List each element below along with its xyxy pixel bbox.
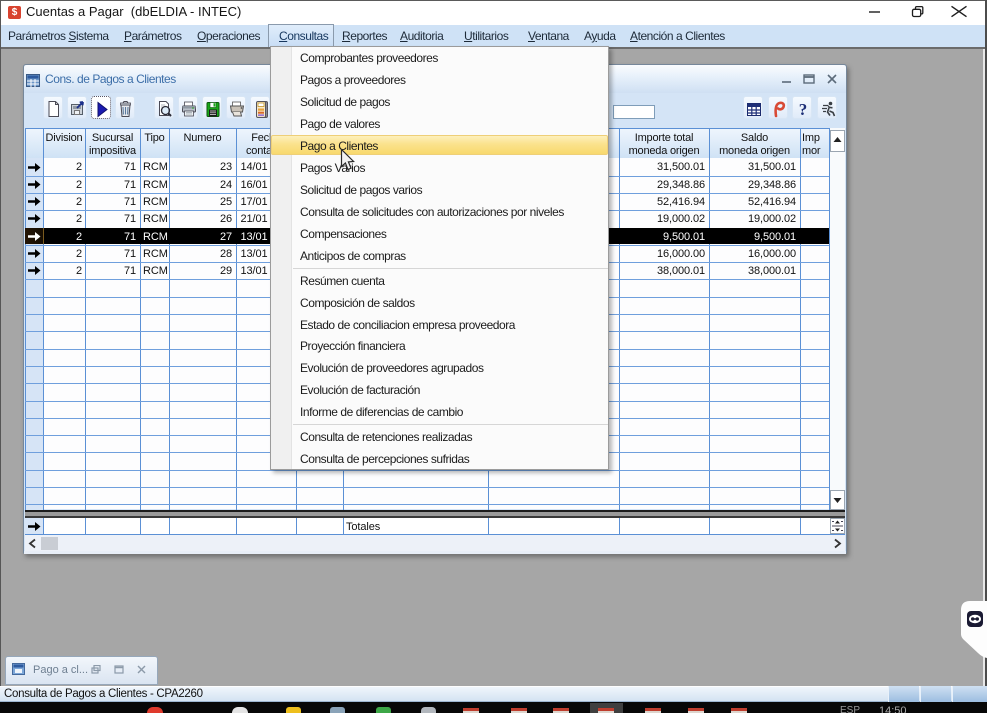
svg-text:?: ? xyxy=(799,100,808,119)
